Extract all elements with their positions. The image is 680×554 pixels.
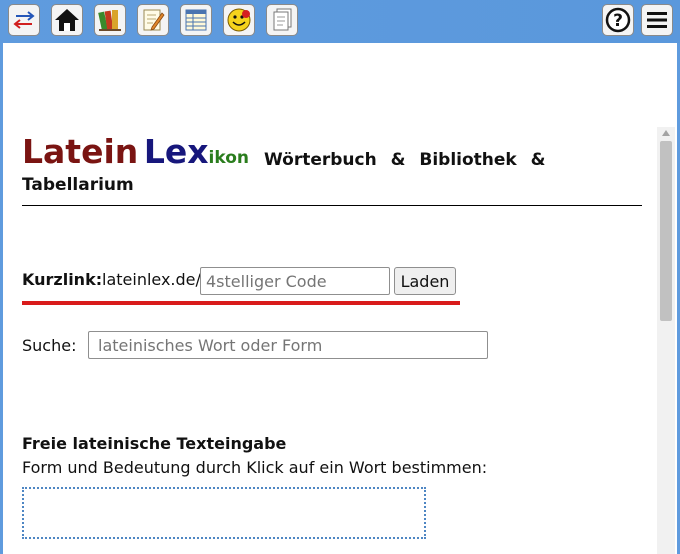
edit-pencil-icon <box>143 9 165 31</box>
help-button[interactable]: ? <box>602 4 634 36</box>
search-input[interactable] <box>88 331 488 359</box>
kurzlink-code-input[interactable] <box>200 267 390 295</box>
quiz-smiley-icon <box>227 8 251 32</box>
kurzlink-prefix: lateinlex.de/ <box>102 270 201 289</box>
books-icon <box>98 10 121 31</box>
free-text-input[interactable] <box>22 487 426 539</box>
page-tagline: Wörterbuch & Bibliothek & Tabellarium <box>22 150 546 195</box>
free-text-title: Freie lateinische Texteingabe <box>22 434 287 453</box>
quiz-button[interactable] <box>223 4 255 36</box>
scroll-up-icon[interactable] <box>662 130 670 136</box>
free-text-subtitle: Form und Bedeutung durch Klick auf ein W… <box>22 458 488 477</box>
kurzlink-label: Kurzlink: <box>22 270 103 289</box>
table-button[interactable] <box>180 4 212 36</box>
table-icon <box>185 9 207 31</box>
search-label: Suche: <box>22 336 77 355</box>
scroll-thumb[interactable] <box>660 141 672 321</box>
documents-icon <box>273 8 292 31</box>
edit-button[interactable] <box>137 4 169 36</box>
help-icon: ? <box>605 7 631 33</box>
header-divider <box>22 205 642 206</box>
kurzlink-underline <box>22 301 460 305</box>
home-button[interactable] <box>51 4 83 36</box>
library-button[interactable] <box>94 4 126 36</box>
svg-text:?: ? <box>613 11 623 31</box>
toolbar: ? <box>0 0 680 43</box>
menu-button[interactable] <box>641 4 673 36</box>
home-icon <box>55 9 79 31</box>
menu-icon <box>647 12 667 28</box>
swap-arrows-icon <box>13 11 35 29</box>
swap-button[interactable] <box>8 4 40 36</box>
documents-button[interactable] <box>266 4 298 36</box>
load-button[interactable]: Laden <box>394 267 456 295</box>
window-border-left <box>0 43 3 554</box>
vertical-scrollbar[interactable] <box>657 127 675 554</box>
